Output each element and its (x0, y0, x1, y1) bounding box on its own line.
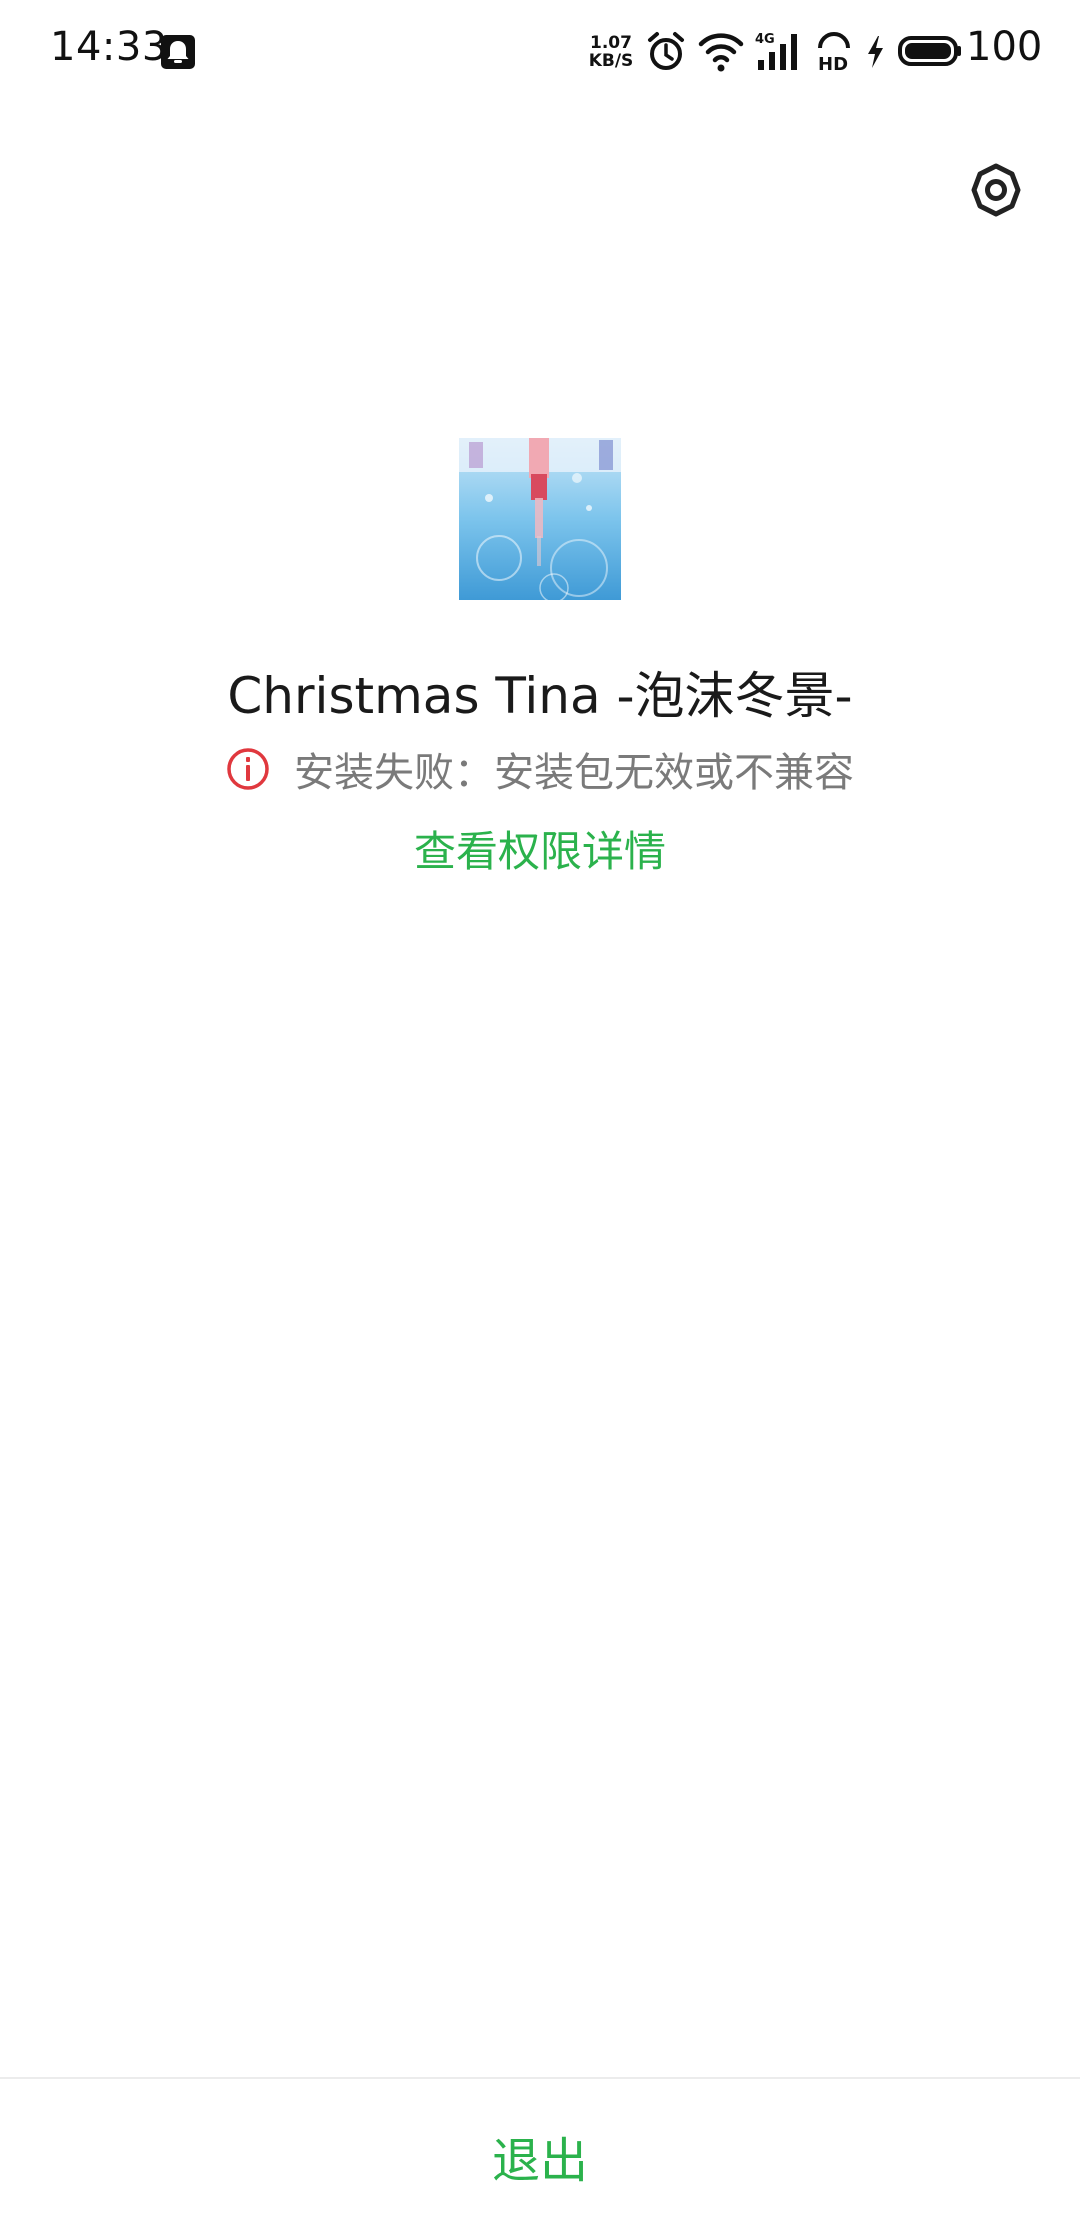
notification-bell-icon (160, 34, 196, 70)
view-permissions-link[interactable]: 查看权限详情 (0, 818, 1080, 879)
app-name: Christmas Tina -泡沫冬景- (227, 667, 853, 725)
settings-button[interactable] (960, 156, 1032, 228)
network-speed: 1.07 KB/S (588, 34, 634, 70)
battery-level: 100 (966, 24, 1043, 70)
app-icon (459, 438, 621, 600)
error-info-icon (226, 747, 270, 791)
installer-screen: 14:33 1.07 KB/S 4G HD 100 Christmas Tina… (0, 0, 1080, 2232)
install-error-message: 安装失败：安装包无效或不兼容 (294, 750, 854, 796)
4g-signal-icon: 4G (754, 30, 804, 78)
svg-text:HD: HD (818, 54, 848, 74)
alarm-icon (646, 30, 686, 78)
status-time: 14:33 (50, 24, 168, 70)
network-speed-unit: KB/S (588, 51, 634, 71)
hd-icon: HD (814, 30, 854, 78)
battery-icon (898, 36, 962, 70)
wifi-icon (698, 30, 744, 78)
install-status: 安装失败：安装包无效或不兼容 (0, 740, 1080, 798)
gear-icon (966, 160, 1026, 224)
svg-text:4G: 4G (755, 32, 775, 47)
network-speed-value: 1.07 (590, 33, 632, 53)
charging-icon (864, 30, 886, 78)
status-bar: 14:33 1.07 KB/S 4G HD 100 (0, 0, 1080, 108)
exit-button[interactable]: 退出 (0, 2079, 1080, 2232)
